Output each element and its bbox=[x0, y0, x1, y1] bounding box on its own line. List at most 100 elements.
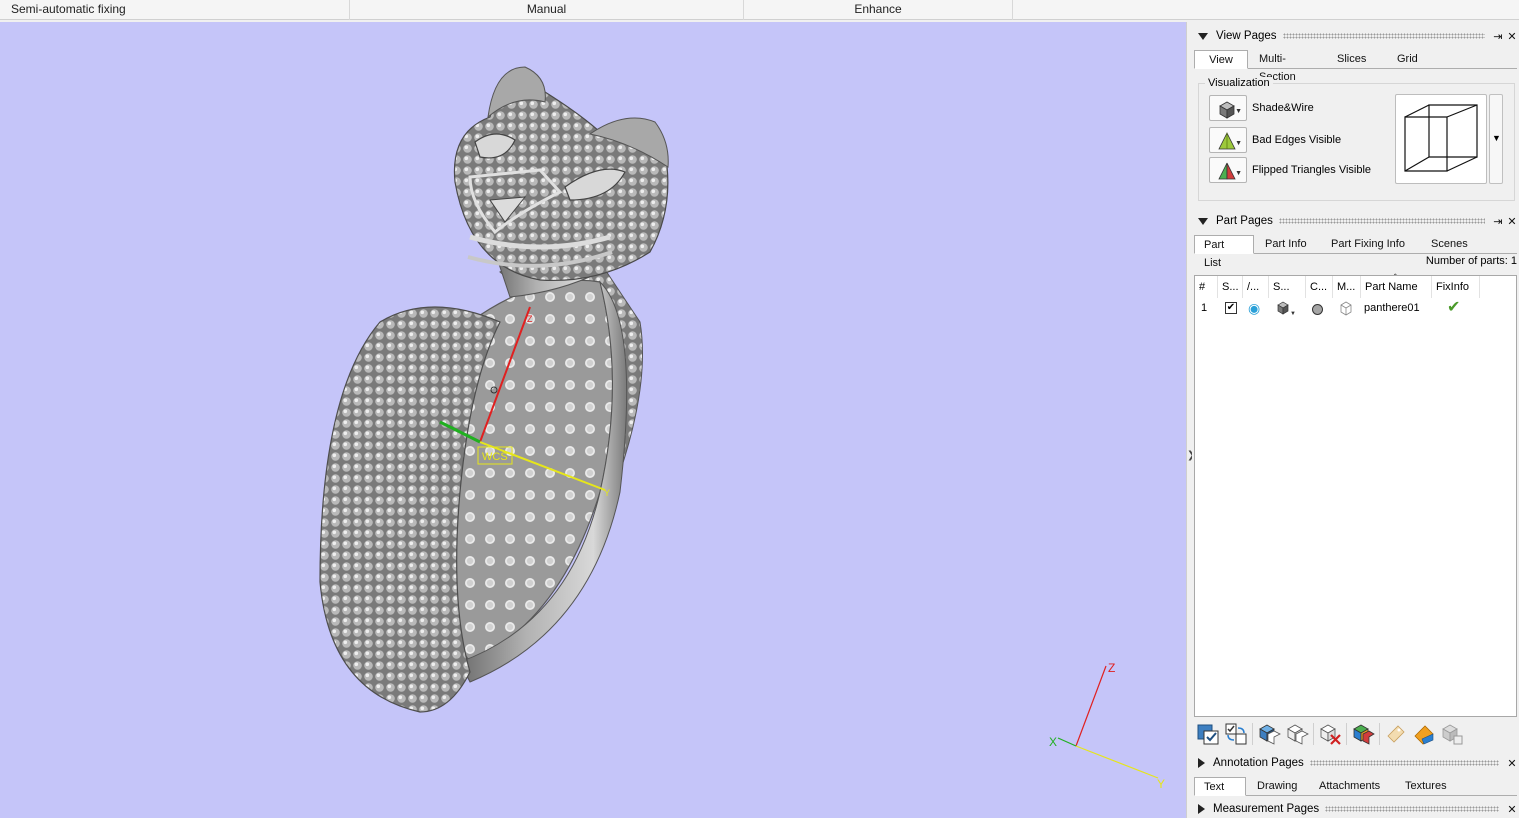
dock-grip[interactable] bbox=[1309, 760, 1499, 766]
col-header-color[interactable]: C... bbox=[1306, 276, 1333, 298]
tab-text[interactable]: Text bbox=[1194, 777, 1246, 796]
shading-dropdown[interactable]: ▼ bbox=[1275, 298, 1297, 318]
row-part-name[interactable]: panthere01 bbox=[1364, 298, 1420, 318]
part-list-toolbar bbox=[1194, 719, 1517, 749]
eye-icon[interactable]: ◉ bbox=[1248, 298, 1260, 318]
vis-flipped-triangles-row: ▼ Flipped Triangles Visible bbox=[1209, 157, 1371, 183]
triad-x-label: X bbox=[1049, 735, 1057, 749]
expand-right-icon[interactable] bbox=[1198, 804, 1205, 814]
tab-textures[interactable]: Textures bbox=[1396, 777, 1462, 796]
close-icon[interactable]: ✕ bbox=[1505, 803, 1519, 816]
col-header-visible[interactable]: /... bbox=[1243, 276, 1269, 298]
shade-wire-button[interactable]: ▼ bbox=[1209, 95, 1247, 121]
vis-shade-wire-row: ▼ Shade&Wire bbox=[1209, 95, 1314, 121]
collapse-down-icon[interactable] bbox=[1198, 32, 1208, 40]
vis-bad-edges-row: ▼ Bad Edges Visible bbox=[1209, 127, 1341, 153]
tag-icon bbox=[1414, 725, 1434, 745]
dropdown-arrow-icon: ▼ bbox=[1235, 108, 1242, 115]
tab-grid[interactable]: Grid bbox=[1388, 50, 1438, 69]
flipped-triangles-button[interactable]: ▼ bbox=[1209, 157, 1247, 183]
select-all-icon bbox=[1197, 724, 1219, 745]
svg-text:Z: Z bbox=[527, 314, 533, 324]
part-pages-tabs: Part List Part Info Part Fixing Info Sce… bbox=[1194, 235, 1517, 269]
row-select-checkbox[interactable]: ✔ bbox=[1225, 302, 1237, 314]
close-icon[interactable]: ✕ bbox=[1505, 215, 1519, 228]
right-dock-panel: View Pages ⇥ ✕ View Multi-Section Slices… bbox=[1192, 22, 1519, 818]
annotation-pages-title: Annotation Pages bbox=[1213, 757, 1304, 769]
mesh-icon[interactable] bbox=[1339, 298, 1353, 318]
triad-z-label: Z bbox=[1108, 661, 1115, 675]
close-icon[interactable]: ✕ bbox=[1505, 30, 1519, 43]
triad-y-label: Y bbox=[1157, 777, 1165, 791]
col-header-index[interactable]: # bbox=[1195, 276, 1218, 298]
bad-edges-button[interactable]: ▼ bbox=[1209, 127, 1247, 153]
col-header-shading[interactable]: S... bbox=[1269, 276, 1306, 298]
invert-selection-button[interactable] bbox=[1222, 721, 1250, 747]
tab-drawing[interactable]: Drawing bbox=[1248, 777, 1308, 796]
ring-model[interactable] bbox=[319, 66, 669, 713]
close-icon[interactable]: ✕ bbox=[1505, 757, 1519, 770]
duplicate-button[interactable] bbox=[1438, 721, 1466, 747]
hide-parts-button[interactable] bbox=[1283, 721, 1311, 747]
part-list-table[interactable]: # S... /... S... C... M... Part Name Fix… bbox=[1194, 273, 1517, 717]
fix-ok-checkmark-icon: ✔ bbox=[1447, 299, 1461, 316]
show-parts-button[interactable] bbox=[1255, 721, 1283, 747]
view-pages-title: View Pages bbox=[1216, 30, 1277, 42]
measurement-pages-header[interactable]: Measurement Pages ✕ bbox=[1192, 800, 1519, 818]
pin-icon[interactable]: ⇥ bbox=[1491, 215, 1505, 228]
dock-grip[interactable] bbox=[1278, 218, 1485, 224]
expand-right-icon[interactable] bbox=[1198, 758, 1205, 768]
view-pages-header[interactable]: View Pages ⇥ ✕ bbox=[1192, 27, 1519, 45]
col-header-mesh[interactable]: M... bbox=[1333, 276, 1361, 298]
tab-scenes[interactable]: Scenes bbox=[1422, 235, 1476, 254]
ribbon-group-manual[interactable]: Manual bbox=[350, 0, 744, 20]
3d-viewport[interactable]: WCS Z Y Z Y X bbox=[0, 22, 1186, 818]
tag-button[interactable] bbox=[1410, 721, 1438, 747]
select-all-button[interactable] bbox=[1194, 721, 1222, 747]
ribbon-group-semi-automatic-fixing[interactable]: Semi-automatic fixing bbox=[0, 0, 350, 20]
view-pages-tabs: View Multi-Section Slices Grid bbox=[1194, 50, 1517, 83]
annotation-pages-header[interactable]: Annotation Pages ✕ bbox=[1192, 754, 1519, 772]
sort-up-icon: ˆ bbox=[1394, 273, 1397, 282]
number-of-parts: Number of parts: 1 bbox=[1425, 255, 1517, 267]
export-icon bbox=[1387, 725, 1405, 743]
tab-multi-section[interactable]: Multi-Section bbox=[1250, 50, 1326, 83]
col-header-fixinfo[interactable]: FixInfo bbox=[1432, 276, 1480, 298]
export-button[interactable] bbox=[1382, 721, 1410, 747]
ribbon-group-bar: Semi-automatic fixing Manual Enhance bbox=[0, 0, 1519, 20]
show-parts-icon bbox=[1259, 724, 1281, 745]
tab-part-info[interactable]: Part Info bbox=[1256, 235, 1320, 254]
tab-attachments[interactable]: Attachments bbox=[1310, 777, 1394, 796]
view-orientation-button[interactable] bbox=[1395, 94, 1487, 184]
part-pages-header[interactable]: Part Pages ⇥ ✕ bbox=[1192, 212, 1519, 230]
tab-view[interactable]: View bbox=[1194, 50, 1248, 69]
col-header-select[interactable]: S... bbox=[1218, 276, 1243, 298]
tab-part-fixing-info[interactable]: Part Fixing Info bbox=[1322, 235, 1420, 254]
color-swatch-icon[interactable] bbox=[1312, 304, 1323, 315]
dock-grip[interactable] bbox=[1325, 806, 1499, 812]
shade-cube-icon: ▼ bbox=[1277, 301, 1296, 317]
invert-selection-icon bbox=[1225, 723, 1247, 745]
color-parts-button[interactable] bbox=[1349, 721, 1377, 747]
part-pages-title: Part Pages bbox=[1216, 215, 1273, 227]
row-index: 1 bbox=[1201, 302, 1208, 314]
annotation-pages-tabs: Text Drawing Attachments Textures bbox=[1194, 777, 1517, 796]
tab-part-list[interactable]: Part List bbox=[1194, 235, 1254, 269]
collapse-down-icon[interactable] bbox=[1198, 217, 1208, 225]
viewport-scene: WCS Z Y Z Y X bbox=[319, 66, 1165, 791]
axis-triad: Z Y X bbox=[1049, 661, 1165, 791]
visualization-group: Visualization ▼ Shade&Wire ▼ Bad Edges V… bbox=[1198, 77, 1515, 201]
visualization-legend: Visualization bbox=[1205, 77, 1273, 89]
hide-parts-icon bbox=[1287, 724, 1309, 745]
ribbon-group-enhance[interactable]: Enhance bbox=[744, 0, 1013, 20]
dock-grip[interactable] bbox=[1282, 33, 1485, 39]
remove-part-icon bbox=[1320, 724, 1341, 745]
svg-text:Y: Y bbox=[604, 488, 610, 498]
view-orientation-dropdown[interactable]: ▼ bbox=[1489, 94, 1503, 184]
pin-icon[interactable]: ⇥ bbox=[1491, 30, 1505, 43]
remove-part-button[interactable] bbox=[1316, 721, 1344, 747]
tab-slices[interactable]: Slices bbox=[1328, 50, 1386, 69]
measurement-pages-title: Measurement Pages bbox=[1213, 803, 1320, 815]
svg-text:▼: ▼ bbox=[1290, 311, 1296, 317]
duplicate-icon bbox=[1442, 724, 1463, 745]
